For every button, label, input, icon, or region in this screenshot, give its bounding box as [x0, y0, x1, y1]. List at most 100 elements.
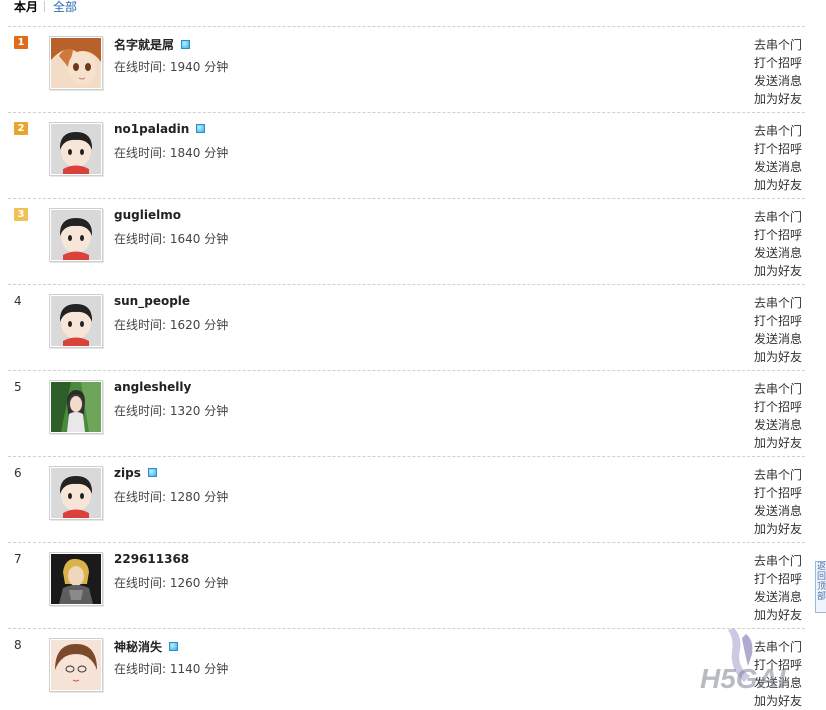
username[interactable]: 神秘消失 [114, 638, 179, 655]
default-boy-avatar [51, 296, 101, 346]
tab-this-month[interactable]: 本月 [14, 0, 38, 14]
send-message-link[interactable]: 发送消息 [754, 502, 804, 520]
greet-link[interactable]: 打个招呼 [754, 398, 804, 416]
avatar[interactable] [49, 208, 103, 262]
back-to-top-tab[interactable]: 返回顶部 [815, 561, 826, 613]
username[interactable]: no1paladin [114, 122, 206, 136]
anime-orange-hair-avatar [51, 38, 101, 88]
online-time: 在线时间: 1280 分钟 [114, 490, 229, 504]
send-message-link[interactable]: 发送消息 [754, 72, 804, 90]
username-text[interactable]: no1paladin [114, 122, 189, 136]
visit-link[interactable]: 去串个门 [754, 36, 804, 54]
ranking-row: 8 神秘消失 在线时间: 1140 分钟 去串个门 打个招呼 发送消息 加为好友 [8, 628, 805, 708]
rank-number: 4 [14, 294, 22, 308]
action-links: 去串个门 打个招呼 发送消息 加为好友 [754, 552, 804, 624]
default-boy-avatar [51, 468, 101, 518]
username[interactable]: sun_people [114, 294, 190, 308]
add-friend-link[interactable]: 加为好友 [754, 348, 804, 366]
rank-number: 8 [14, 638, 22, 652]
online-time: 在线时间: 1140 分钟 [114, 662, 229, 676]
online-time: 在线时间: 1320 分钟 [114, 404, 229, 418]
avatar[interactable] [49, 638, 103, 692]
add-friend-link[interactable]: 加为好友 [754, 176, 804, 194]
visit-link[interactable]: 去串个门 [754, 122, 804, 140]
ranking-row: 7 229611368 在线时间: 1260 分钟 去串个门 打个招呼 发送消息… [8, 542, 805, 629]
site-watermark-logo: H5GAI [700, 628, 787, 694]
avatar[interactable] [49, 122, 103, 176]
watermark-text: H5GAI [700, 663, 787, 694]
username[interactable]: angleshelly [114, 380, 191, 394]
ranking-row: 5 angleshelly 在线时间: 1320 分钟 去串个门 打个招呼 发送… [8, 370, 805, 457]
rank-badge: 1 [14, 36, 28, 49]
username-text[interactable]: guglielmo [114, 208, 181, 222]
username-text[interactable]: 神秘消失 [114, 640, 162, 654]
rank-number: 5 [14, 380, 22, 394]
rank-badge: 2 [14, 122, 28, 135]
send-message-link[interactable]: 发送消息 [754, 588, 804, 606]
online-time: 在线时间: 1640 分钟 [114, 232, 229, 246]
online-time: 在线时间: 1940 分钟 [114, 60, 229, 74]
greet-link[interactable]: 打个招呼 [754, 570, 804, 588]
ranking-row: 6 zips 在线时间: 1280 分钟 去串个门 打个招呼 发送消息 加为好友 [8, 456, 805, 543]
tab-all[interactable]: 全部 [53, 0, 77, 14]
avatar[interactable] [49, 294, 103, 348]
visit-link[interactable]: 去串个门 [754, 466, 804, 484]
back-to-top-label[interactable]: 返回顶部 [817, 562, 826, 602]
online-time: 在线时间: 1840 分钟 [114, 146, 229, 160]
send-message-link[interactable]: 发送消息 [754, 244, 804, 262]
action-links: 去串个门 打个招呼 发送消息 加为好友 [754, 122, 804, 194]
add-friend-link[interactable]: 加为好友 [754, 520, 804, 538]
online-time: 在线时间: 1260 分钟 [114, 576, 229, 590]
greet-link[interactable]: 打个招呼 [754, 484, 804, 502]
add-friend-link[interactable]: 加为好友 [754, 90, 804, 108]
greet-link[interactable]: 打个招呼 [754, 140, 804, 158]
online-status-icon [181, 40, 191, 49]
online-status-icon [169, 642, 179, 651]
greet-link[interactable]: 打个招呼 [754, 226, 804, 244]
period-tabs: 本月 全部 [14, 0, 77, 16]
send-message-link[interactable]: 发送消息 [754, 330, 804, 348]
username-text[interactable]: sun_people [114, 294, 190, 308]
anime-dark-armor-avatar [51, 554, 101, 604]
anime-brown-hair-avatar [51, 640, 101, 690]
ranking-row: 4 sun_people 在线时间: 1620 分钟 去串个门 打个招呼 发送消… [8, 284, 805, 371]
greet-link[interactable]: 打个招呼 [754, 312, 804, 330]
tab-divider [44, 1, 46, 12]
ranking-row: 2 no1paladin 在线时间: 1840 分钟 去串个门 打个招呼 发送消… [8, 112, 805, 199]
action-links: 去串个门 打个招呼 发送消息 加为好友 [754, 208, 804, 280]
greet-link[interactable]: 打个招呼 [754, 54, 804, 72]
action-links: 去串个门 打个招呼 发送消息 加为好友 [754, 36, 804, 108]
visit-link[interactable]: 去串个门 [754, 208, 804, 226]
rank-badge: 3 [14, 208, 28, 221]
avatar[interactable] [49, 36, 103, 90]
username[interactable]: 229611368 [114, 552, 189, 566]
add-friend-link[interactable]: 加为好友 [754, 434, 804, 452]
username-text[interactable]: zips [114, 466, 141, 480]
visit-link[interactable]: 去串个门 [754, 294, 804, 312]
send-message-link[interactable]: 发送消息 [754, 416, 804, 434]
add-friend-link[interactable]: 加为好友 [754, 606, 804, 624]
username[interactable]: zips [114, 466, 157, 480]
default-boy-avatar [51, 124, 101, 174]
username-text[interactable]: 名字就是屌 [114, 38, 174, 52]
visit-link[interactable]: 去串个门 [754, 552, 804, 570]
add-friend-link[interactable]: 加为好友 [754, 262, 804, 280]
rank-number: 6 [14, 466, 22, 480]
username-text[interactable]: 229611368 [114, 552, 189, 566]
action-links: 去串个门 打个招呼 发送消息 加为好友 [754, 294, 804, 366]
avatar[interactable] [49, 552, 103, 606]
online-status-icon [196, 124, 206, 133]
avatar[interactable] [49, 466, 103, 520]
username[interactable]: 名字就是屌 [114, 36, 191, 53]
action-links: 去串个门 打个招呼 发送消息 加为好友 [754, 466, 804, 538]
default-boy-avatar [51, 210, 101, 260]
rank-number: 7 [14, 552, 22, 566]
online-time: 在线时间: 1620 分钟 [114, 318, 229, 332]
username-text[interactable]: angleshelly [114, 380, 191, 394]
send-message-link[interactable]: 发送消息 [754, 158, 804, 176]
avatar[interactable] [49, 380, 103, 434]
action-links: 去串个门 打个招呼 发送消息 加为好友 [754, 380, 804, 452]
visit-link[interactable]: 去串个门 [754, 380, 804, 398]
username[interactable]: guglielmo [114, 208, 181, 222]
ranking-row: 1 名字就是屌 在线时间: 1940 分钟 去串个门 打个招呼 发送消息 加为好… [8, 26, 805, 113]
